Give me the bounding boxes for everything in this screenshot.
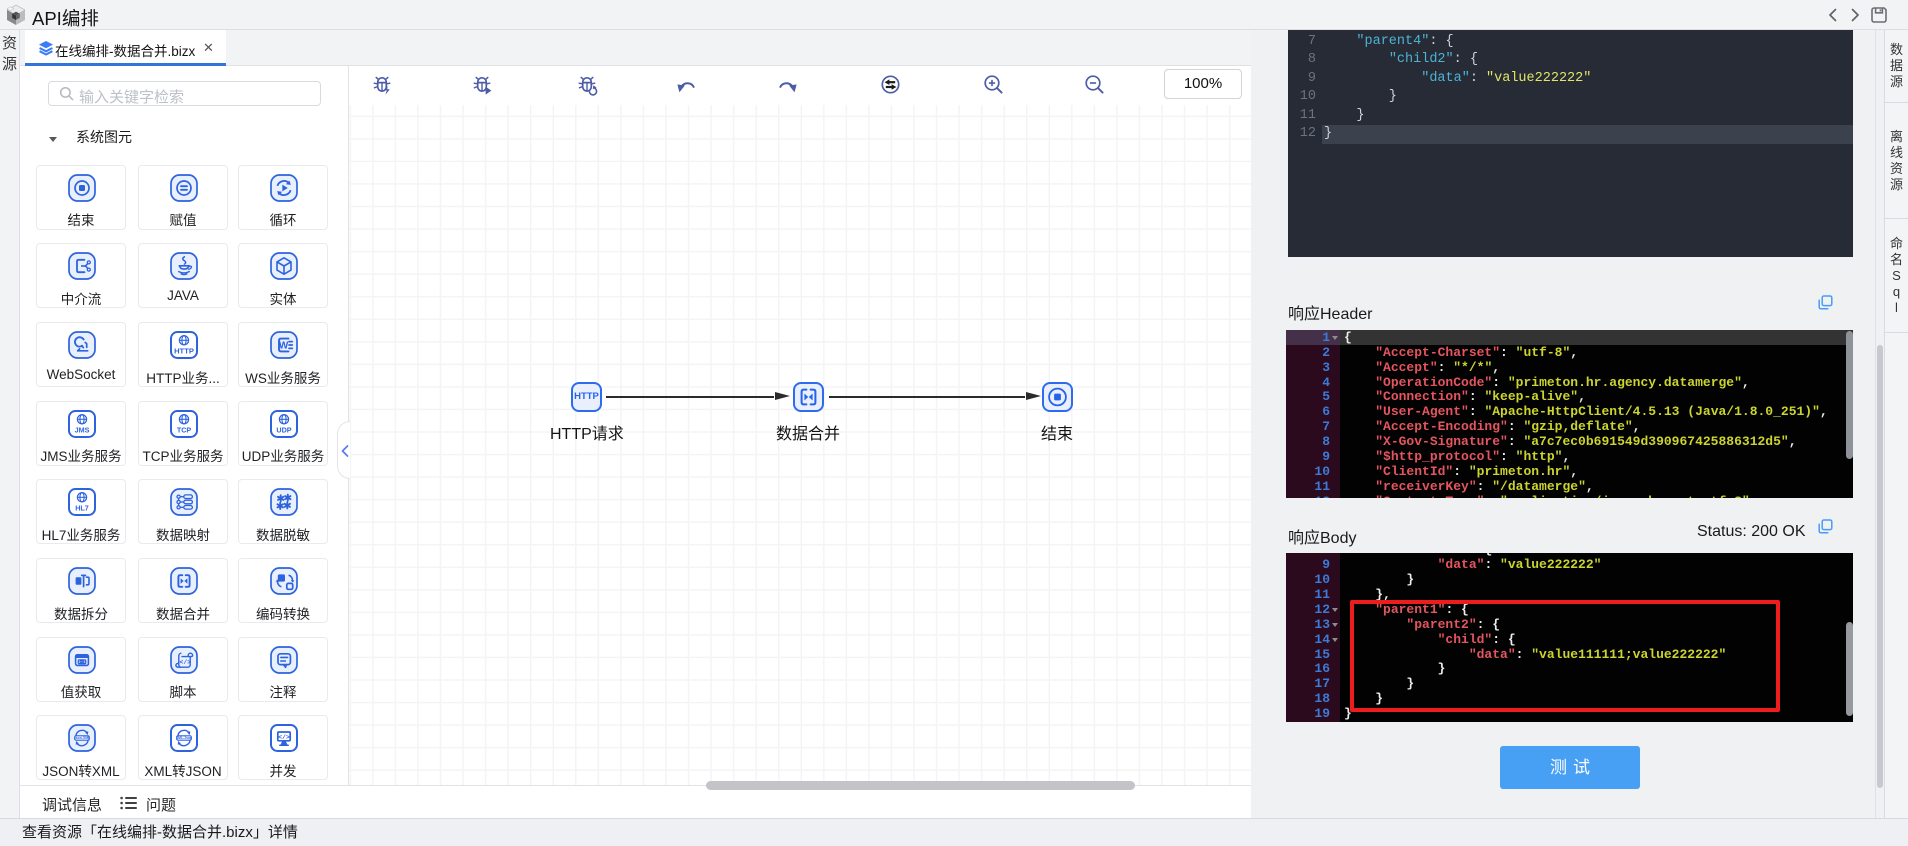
svg-text:JMS: JMS [75,425,90,434]
svg-text:HTTP: HTTP [174,347,194,356]
svg-text:XML-Json: XML-Json [176,737,192,741]
svg-text:HL7: HL7 [75,504,89,513]
svg-text:UDP: UDP [276,425,291,434]
svg-text:</>: </> [278,734,290,741]
svg-text:Json-XML: Json-XML [74,737,90,741]
svg-text:TCP: TCP [177,425,192,434]
svg-text:W: W [279,341,289,352]
svg-text:</>: </> [180,658,192,665]
